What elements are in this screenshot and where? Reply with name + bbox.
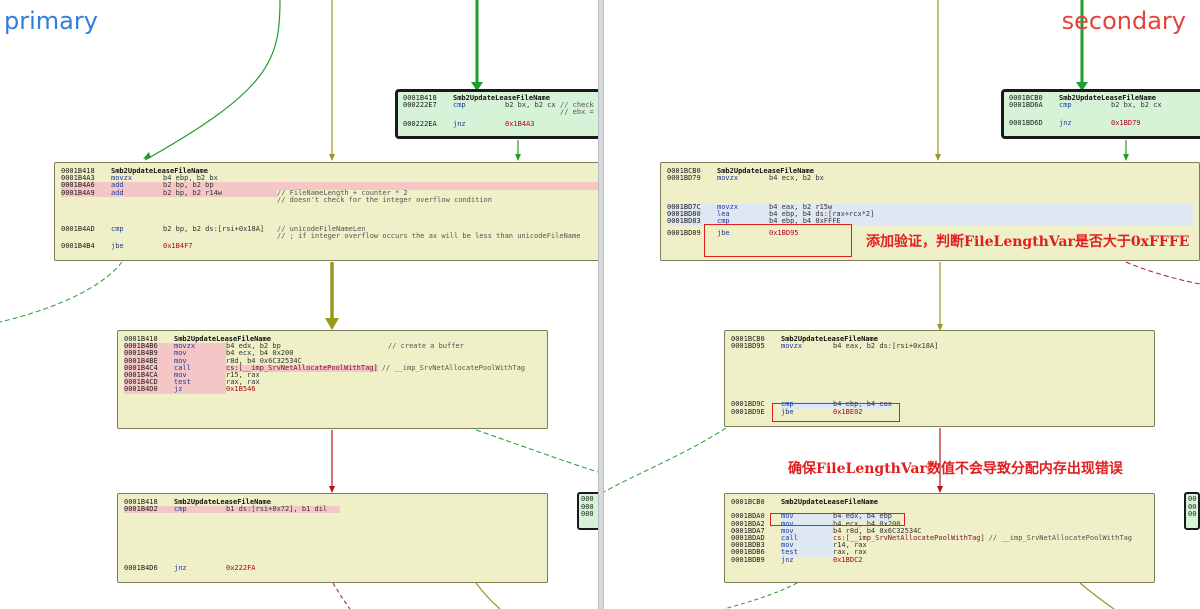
instruction-mnemonic: jnz [1059,119,1072,128]
instruction-mnemonic: jnz [174,564,187,573]
instruction-operands: 0x1B4A3 [505,119,535,128]
instruction-operands: b2 bp, b2 r14w [163,189,277,197]
instruction-comment: // ; if integer overflow occurs the ax w… [277,231,581,240]
instruction-mnemonic: jz [174,386,226,394]
secondary-block-c[interactable]: 0001BCB0 Smb2UpdateLeaseFileName 0001BDA0… [724,493,1155,583]
instruction-operands: b4 eax, b2 ds:[rsi+0x18A] [833,342,939,351]
instruction-address: 000222E7 [403,101,437,110]
secondary-graph-pane[interactable]: secondary 0001BCB0 Smb2UpdateLeaseFileNam… [604,0,1200,609]
instruction-address: 0001BD95 [731,342,765,351]
instruction-comment: // create a buffer [388,342,464,351]
instruction-operands: 0x1BDC2 [833,555,863,564]
instruction-operands: 0x222FA [226,564,256,573]
secondary-label: secondary [1061,7,1186,35]
instruction-operands: 0x1BD79 [1111,119,1141,128]
instruction-address: 0001BDB9 [731,555,765,564]
primary-block-c[interactable]: 0001B418 Smb2UpdateLeaseFileName 0001B4D2… [117,493,548,583]
primary-block-b[interactable]: 0001B418 Smb2UpdateLeaseFileName 0001B4B6… [117,330,548,429]
instruction-operands: 0x1B4F7 [163,241,193,250]
highlight-box-mov [770,513,905,526]
block-header-addr: 0001BCB0 [731,498,765,506]
instruction-operands: b1 ds:[rsi+0x72], b1 dil [226,505,340,514]
instruction-mnemonic [453,109,505,116]
primary-block-a[interactable]: 0001B418 Smb2UpdateLeaseFileName 0001B4A3… [54,162,598,261]
annotation-allocation-safe: 确保FileLengthVar数值不会导致分配内存出现错误 [788,461,1123,477]
instruction-mnemonic: cmp [453,101,466,110]
instruction-address: 0001B4B4 [61,241,95,250]
secondary-entry-block[interactable]: 0001BCB0 Smb2UpdateLeaseFileName 0001BD6A… [1001,89,1200,139]
primary-graph-pane[interactable]: primary 0001B418 Smb2UpdateLeaseFileName … [0,0,598,609]
instruction-mnemonic: cmp [174,505,226,514]
partial-block-line: 000 [581,510,594,518]
instruction-mnemonic: jbe [111,241,124,250]
instruction-address: 0001B4D6 [124,564,158,573]
instruction-address: 0001B4D2 [124,505,174,514]
instruction-operands [505,109,560,116]
instruction-address: 000222EA [403,119,437,128]
instruction-comment: // doesn't check for the integer overflo… [277,195,492,204]
highlight-box-bounds-check [704,224,852,257]
instruction-address: 0001B4A9 [61,189,111,197]
instruction-address [403,109,453,116]
instruction-operands: b2 bx, b2 cx [1111,101,1162,110]
annotation-bounds-check: 添加验证，判断FileLengthVar是否大于0xFFFE [866,234,1190,250]
instruction-operands: b2 bp, b2 ds:[rsi+0x18A] [163,224,265,233]
instruction-address: 0001BD79 [667,174,701,183]
partial-block-line: 00 [1188,510,1197,518]
instruction-mnemonic: cmp [1059,101,1072,110]
instruction-mnemonic: jnz [453,119,466,128]
instruction-mnemonic: movzx [717,174,739,183]
primary-entry-block[interactable]: 0001B418 Smb2UpdateLeaseFileName 000222E7… [395,89,598,139]
instruction-comment: // __imp_SrvNetAllocatePoolWithTag [381,363,526,372]
secondary-partial-block[interactable]: 00 00 00 [1184,492,1200,530]
primary-label: primary [4,7,98,35]
instruction-address: 0001BD6A [1009,101,1043,110]
instruction-operands: 0x1B546 [226,385,256,394]
primary-partial-block[interactable]: 000 000 000 [577,492,598,530]
instruction-comment: // ebx = [560,108,594,117]
instruction-address: 0001BD6D [1009,119,1043,128]
instruction-mnemonic: cmp [111,224,124,233]
block-header-function: Smb2UpdateLeaseFileName [781,498,878,506]
instruction-operands: b2 bx, b2 cx [505,101,556,110]
instruction-mnemonic: add [111,189,163,197]
instruction-operands: b4 ecx, b2 bx [769,174,824,183]
highlight-box-compare [772,403,900,422]
instruction-mnemonic: jnz [781,555,794,564]
instruction-comment: // __imp_SrvNetAllocatePoolWithTag [988,533,1133,542]
instruction-address: 0001B4AD [61,224,95,233]
instruction-mnemonic: movzx [781,342,803,351]
instruction-address: 0001B4D0 [124,386,174,394]
